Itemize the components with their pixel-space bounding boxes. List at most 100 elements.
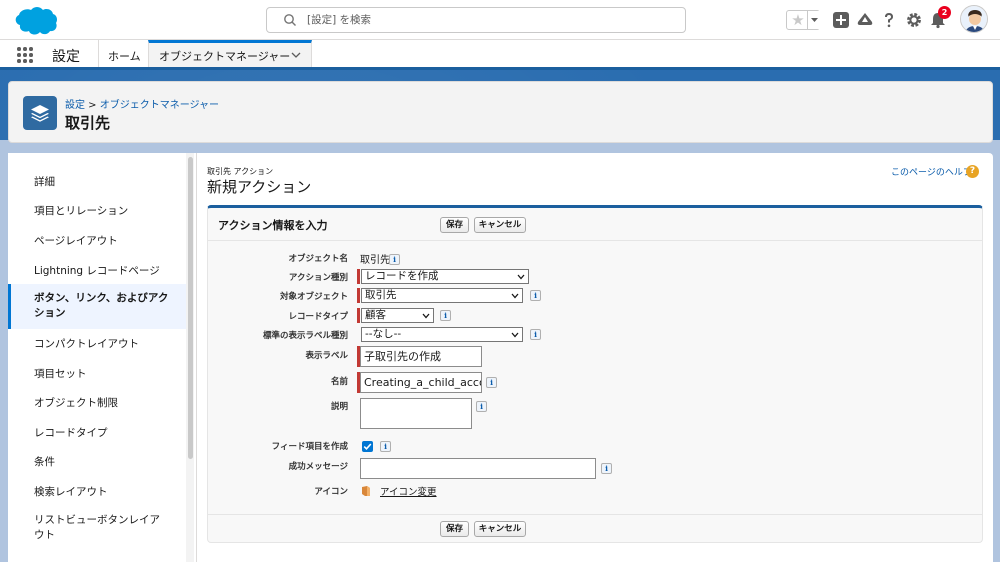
standard-label-type-label: 標準の表示ラベル種別 xyxy=(262,331,348,341)
chevron-down-icon xyxy=(511,332,519,338)
chevron-down-icon xyxy=(422,313,430,319)
required-indicator xyxy=(357,269,360,284)
info-icon[interactable]: i xyxy=(601,463,612,474)
global-actions-icon[interactable] xyxy=(832,11,850,29)
sidebar-item-fields[interactable]: 項目とリレーション xyxy=(8,203,186,218)
record-type-select[interactable]: 顧客 xyxy=(361,308,434,323)
info-icon[interactable]: i xyxy=(389,254,400,265)
content-title: 新規アクション xyxy=(207,178,312,196)
info-icon[interactable]: i xyxy=(440,310,451,321)
action-preview-icon xyxy=(362,486,370,496)
cancel-button-bottom[interactable]: キャンセル xyxy=(474,521,526,537)
sidebar-item-record-types[interactable]: レコードタイプ xyxy=(8,425,186,440)
info-icon[interactable]: i xyxy=(476,401,487,412)
form-header: アクション情報を入力 保存 キャンセル xyxy=(208,208,982,241)
content-area: 取引先 アクション 新規アクション このページのヘルプ ? アクション情報を入力… xyxy=(197,153,993,562)
nav-divider xyxy=(98,40,99,67)
action-type-selected: レコードを作成 xyxy=(365,270,439,282)
form-footer: 保存 キャンセル xyxy=(208,514,982,543)
chevron-down-icon xyxy=(517,274,525,280)
standard-label-type-selected: --なし-- xyxy=(365,328,402,340)
sidebar-item-search-layouts[interactable]: 検索レイアウト xyxy=(8,484,186,499)
info-icon[interactable]: i xyxy=(486,377,497,388)
sidebar-item-lightning-pages[interactable]: Lightning レコードページ xyxy=(8,263,186,278)
help-for-page-link[interactable]: このページのヘルプ xyxy=(891,165,972,178)
page-title: 取引先 xyxy=(65,114,111,132)
gear-icon[interactable] xyxy=(905,11,923,29)
sidebar-item-list-view-button-layout[interactable]: リストビューボタンレイアウト xyxy=(8,513,186,543)
icon-label: アイコン xyxy=(314,487,348,497)
main-card: 詳細 項目とリレーション ページレイアウト Lightning レコードページ … xyxy=(8,153,993,562)
star-icon[interactable]: ★ xyxy=(789,11,807,29)
target-object-label: 対象オブジェクト xyxy=(279,292,348,302)
sidebar-item-object-limits[interactable]: オブジェクト制限 xyxy=(8,395,186,410)
save-button-top[interactable]: 保存 xyxy=(440,217,469,233)
breadcrumb-object-manager-link[interactable]: オブジェクトマネージャー xyxy=(100,100,219,111)
description-label: 説明 xyxy=(330,402,348,412)
breadcrumb-setup-link[interactable]: 設定 xyxy=(65,100,85,111)
sidebar: 詳細 項目とリレーション ページレイアウト Lightning レコードページ … xyxy=(8,153,186,562)
search-input[interactable] xyxy=(307,11,667,29)
object-name-value: 取引先 xyxy=(360,255,390,266)
display-label-label: 表示ラベル xyxy=(305,351,348,361)
app-launcher-icon[interactable] xyxy=(17,47,33,63)
global-header: ★ 2 xyxy=(0,0,1000,40)
nav-tab-label: オブジェクトマネージャー xyxy=(159,50,291,63)
create-feed-item-checkbox[interactable] xyxy=(362,441,373,452)
chevron-down-icon[interactable] xyxy=(291,50,301,60)
salesforce-cloud-logo[interactable] xyxy=(12,6,58,36)
required-indicator xyxy=(357,288,360,303)
record-type-label: レコードタイプ xyxy=(288,312,348,322)
avatar[interactable] xyxy=(960,5,988,33)
app-nav-bar: 設定 ホーム オブジェクトマネージャー xyxy=(0,40,1000,70)
sidebar-item-conditions[interactable]: 条件 xyxy=(8,454,186,469)
favorites-group[interactable]: ★ xyxy=(786,10,820,30)
api-name-input[interactable]: Creating_a_child_accou xyxy=(360,372,482,393)
required-indicator xyxy=(357,308,360,323)
record-type-selected: 顧客 xyxy=(365,309,386,321)
sidebar-item-page-layouts[interactable]: ページレイアウト xyxy=(8,233,186,248)
favorites-dropdown[interactable] xyxy=(807,11,820,29)
sidebar-item-details[interactable]: 詳細 xyxy=(8,174,186,189)
standard-label-type-select[interactable]: --なし-- xyxy=(361,327,523,342)
display-label-input[interactable]: 子取引先の作成 xyxy=(360,346,482,367)
target-object-select[interactable]: 取引先 xyxy=(361,288,523,303)
target-object-selected: 取引先 xyxy=(365,289,397,301)
sidebar-item-field-sets[interactable]: 項目セット xyxy=(8,366,186,381)
action-form: アクション情報を入力 保存 キャンセル オブジェクト名 取引先 i アクション種… xyxy=(207,205,983,543)
app-name: 設定 xyxy=(52,49,80,65)
breadcrumb-separator: > xyxy=(85,100,100,111)
caret-down-icon xyxy=(811,18,818,22)
info-icon[interactable]: i xyxy=(380,441,391,452)
info-icon[interactable]: i xyxy=(530,329,541,340)
object-manager-icon xyxy=(23,96,57,130)
layers-icon xyxy=(31,105,49,122)
nav-object-manager-tab[interactable]: オブジェクトマネージャー xyxy=(148,40,312,67)
cancel-button-top[interactable]: キャンセル xyxy=(474,217,526,233)
chevron-down-icon xyxy=(511,293,519,299)
sidebar-item-compact-layouts[interactable]: コンパクトレイアウト xyxy=(8,336,186,351)
sidebar-item-buttons-links-actions[interactable]: ボタン、リンク、およびアクション xyxy=(8,284,186,329)
notification-badge: 2 xyxy=(938,6,951,19)
form-section-title: アクション情報を入力 xyxy=(218,219,328,232)
trailhead-icon[interactable] xyxy=(856,11,874,29)
nav-home-tab[interactable]: ホーム xyxy=(108,48,141,64)
success-message-label: 成功メッセージ xyxy=(288,462,348,472)
info-icon[interactable]: i xyxy=(530,290,541,301)
breadcrumb: 設定 > オブジェクトマネージャー xyxy=(65,96,219,111)
object-name-label: オブジェクト名 xyxy=(288,254,348,264)
success-message-input[interactable] xyxy=(360,458,596,479)
api-name-label: 名前 xyxy=(330,377,348,387)
checkmark-icon xyxy=(363,443,372,450)
change-icon-link[interactable]: アイコン変更 xyxy=(380,484,437,498)
save-button-bottom[interactable]: 保存 xyxy=(440,521,469,537)
question-mark-icon[interactable]: ? xyxy=(966,165,979,178)
action-type-select[interactable]: レコードを作成 xyxy=(361,269,529,284)
description-textarea[interactable] xyxy=(360,398,472,429)
help-icon[interactable] xyxy=(880,11,898,29)
user-avatar-icon xyxy=(961,6,987,32)
create-feed-item-label: フィード項目を作成 xyxy=(271,442,348,452)
sidebar-scrollbar-thumb[interactable] xyxy=(188,157,193,459)
global-search[interactable] xyxy=(266,7,686,33)
action-type-label: アクション種別 xyxy=(288,273,348,283)
